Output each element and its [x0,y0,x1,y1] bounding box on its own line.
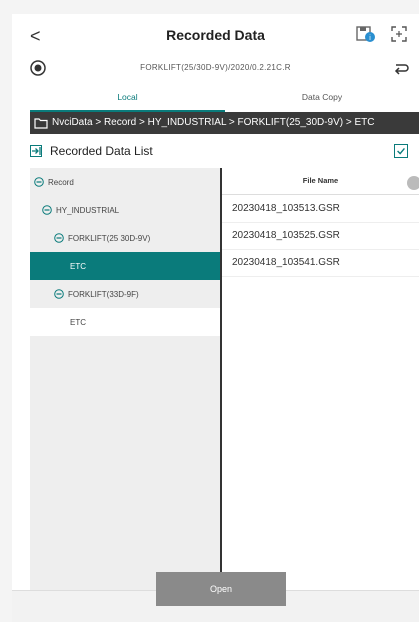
collapse-icon [54,233,64,243]
file-row[interactable]: 20230418_103541.GSR [222,249,419,277]
file-name-column-header: File Name [222,168,419,195]
collapse-icon [34,177,44,187]
select-all-checkbox[interactable] [394,144,408,158]
open-button[interactable]: Open [156,572,286,606]
folder-tree: Record HY_INDUSTRIAL FORKLIFT(25 30D-9V)… [30,168,220,590]
tree-item-label: ETC [70,262,86,271]
tree-item-label: FORKLIFT(25 30D-9V) [68,234,151,243]
app-window: < Recorded Data i FORKLIFT(25/30D-9V)/20… [12,14,419,622]
file-name: 20230418_103513.GSR [232,203,340,214]
list-title: Recorded Data List [50,144,153,158]
list-header: Recorded Data List [30,142,419,164]
file-name: 20230418_103525.GSR [232,230,340,241]
tree-item-label: HY_INDUSTRIAL [56,206,120,215]
file-row[interactable]: 20230418_103525.GSR [222,222,419,250]
file-list: File Name 20230418_103513.GSR 20230418_1… [222,168,419,590]
device-bar: FORKLIFT(25/30D-9V)/2020/0.2.21C.R [12,56,419,84]
tab-local[interactable]: Local [30,90,225,112]
save-settings-icon[interactable]: i [356,25,376,43]
tree-item-etc-selected[interactable]: ETC [30,252,220,280]
tree-item-label: Record [48,178,74,187]
tree-item-hy-industrial[interactable]: HY_INDUSTRIAL [30,196,220,224]
file-row[interactable]: 20230418_103513.GSR [222,195,419,223]
tree-item-label: FORKLIFT(33D-9F) [68,290,139,299]
import-icon [30,145,42,157]
tree-item-record[interactable]: Record [30,168,220,196]
tab-data-copy[interactable]: Data Copy [225,90,419,110]
tree-item-etc[interactable]: ETC [30,308,220,336]
breadcrumb-text: NvciData > Record > HY_INDUSTRIAL > FORK… [52,117,375,128]
scroll-handle[interactable] [407,176,419,190]
collapse-icon [42,205,52,215]
tree-item-label: ETC [70,318,86,327]
return-icon[interactable] [393,60,409,76]
tab-bar: Local Data Copy [30,90,419,112]
device-label: FORKLIFT(25/30D-9V)/2020/0.2.21C.R [140,63,291,72]
breadcrumb: NvciData > Record > HY_INDUSTRIAL > FORK… [30,112,419,134]
top-bar: < Recorded Data i [12,14,419,56]
tree-item-forklift-25-30d[interactable]: FORKLIFT(25 30D-9V) [30,224,220,252]
file-name: 20230418_103541.GSR [232,257,340,268]
collapse-icon [54,289,64,299]
fullscreen-icon[interactable] [390,25,408,43]
folder-icon [34,118,48,129]
tree-item-forklift-33d[interactable]: FORKLIFT(33D-9F) [30,280,220,308]
